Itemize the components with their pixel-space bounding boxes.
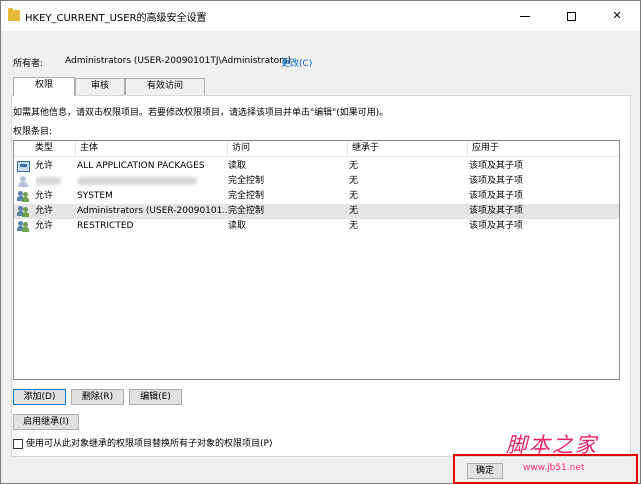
window-title: HKEY_CURRENT_USER的高级安全设置 xyxy=(25,13,207,24)
maximize-button[interactable] xyxy=(548,1,594,31)
users-icon xyxy=(17,221,30,232)
row-type-redacted xyxy=(35,174,75,189)
row-inherited-from: 无 xyxy=(349,191,359,201)
remove-button[interactable]: 删除(R) xyxy=(71,389,124,405)
close-button[interactable]: ✕ xyxy=(594,1,640,31)
row-inherited-from: 无 xyxy=(349,161,359,171)
row-type: 允许 xyxy=(35,206,54,216)
folder-icon xyxy=(8,8,20,21)
watermark-logo: 脚本之家 xyxy=(506,433,598,457)
change-owner-link[interactable]: 更改(C) xyxy=(281,56,312,69)
users-icon xyxy=(17,191,30,202)
minimize-icon xyxy=(520,15,530,17)
tab-permissions[interactable]: 权限 xyxy=(13,77,75,96)
column-header-access[interactable]: 访问 xyxy=(228,141,348,157)
tab-auditing[interactable]: 审核 xyxy=(75,78,125,95)
row-applies-to: 该项及其子项 xyxy=(469,176,524,186)
row-principal: RESTRICTED xyxy=(77,221,134,231)
row-inherited-from: 无 xyxy=(349,176,359,186)
user-icon xyxy=(17,176,29,187)
row-principal: Administrators (USER-20090101... xyxy=(77,206,227,216)
close-icon: ✕ xyxy=(612,9,622,22)
info-text: 如需其他信息，请双击权限项目。若要修改权限项目，请选择该项目并单击"编辑"(如果… xyxy=(13,108,389,118)
add-button[interactable]: 添加(D) xyxy=(13,389,66,405)
title-bar[interactable]: HKEY_CURRENT_USER的高级安全设置 ✕ xyxy=(1,1,640,31)
users-icon xyxy=(17,206,30,217)
maximize-icon xyxy=(566,11,576,21)
row-principal: SYSTEM xyxy=(77,191,113,201)
row-type: 允许 xyxy=(35,221,54,231)
row-applies-to: 该项及其子项 xyxy=(469,161,524,171)
replace-child-permissions-label: 使用可从此对象继承的权限项目替换所有子对象的权限项目(P) xyxy=(26,439,273,449)
row-access: 完全控制 xyxy=(228,191,265,201)
permission-entries-label: 权限条目: xyxy=(13,127,53,137)
advanced-security-window: HKEY_CURRENT_USER的高级安全设置 ✕ 所有者: Administ… xyxy=(0,0,641,484)
table-row[interactable]: 允许 SYSTEM 完全控制 无 该项及其子项 xyxy=(14,189,619,204)
row-access: 完全控制 xyxy=(228,206,265,216)
row-principal-redacted xyxy=(77,174,227,189)
watermark-url: www.jb51.net xyxy=(523,463,585,473)
permission-entries-list[interactable]: 类型 主体 访问 继承于 应用于 允许 ALL APPLICATION PACK… xyxy=(13,140,620,380)
column-header-applies-to[interactable]: 应用于 xyxy=(468,141,619,157)
list-header: 类型 主体 访问 继承于 应用于 xyxy=(14,141,619,157)
table-row[interactable]: 允许 Administrators (USER-20090101... 完全控制… xyxy=(14,204,619,219)
owner-label: 所有者: xyxy=(13,59,44,69)
row-access: 完全控制 xyxy=(228,176,265,186)
tab-effective-access[interactable]: 有效访问 xyxy=(125,78,205,95)
enable-inheritance-button[interactable]: 启用继承(I) xyxy=(13,414,79,430)
row-applies-to: 该项及其子项 xyxy=(469,191,524,201)
owner-value: Administrators (USER-20090101TJ\Administ… xyxy=(65,56,292,66)
row-principal: ALL APPLICATION PACKAGES xyxy=(77,161,205,171)
row-inherited-from: 无 xyxy=(349,221,359,231)
row-applies-to: 该项及其子项 xyxy=(469,206,524,216)
table-row[interactable]: 允许 ALL APPLICATION PACKAGES 读取 无 该项及其子项 xyxy=(14,159,619,174)
replace-child-permissions-checkbox[interactable] xyxy=(13,438,23,449)
package-icon xyxy=(17,161,30,172)
table-row[interactable]: 允许 RESTRICTED 读取 无 该项及其子项 xyxy=(14,219,619,234)
row-type: 允许 xyxy=(35,191,54,201)
column-header-inherited-from[interactable]: 继承于 xyxy=(348,141,468,157)
row-type: 允许 xyxy=(35,161,54,171)
table-row[interactable]: 完全控制 无 该项及其子项 xyxy=(14,174,619,189)
row-applies-to: 该项及其子项 xyxy=(469,221,524,231)
row-access: 读取 xyxy=(228,161,247,171)
edit-button[interactable]: 编辑(E) xyxy=(129,389,182,405)
column-header-type[interactable]: 类型 xyxy=(14,141,76,157)
minimize-button[interactable] xyxy=(502,1,548,31)
row-inherited-from: 无 xyxy=(349,206,359,216)
row-access: 读取 xyxy=(228,221,247,231)
replace-child-permissions-option[interactable]: 使用可从此对象继承的权限项目替换所有子对象的权限项目(P) xyxy=(13,436,272,449)
column-header-principal[interactable]: 主体 xyxy=(76,141,228,157)
